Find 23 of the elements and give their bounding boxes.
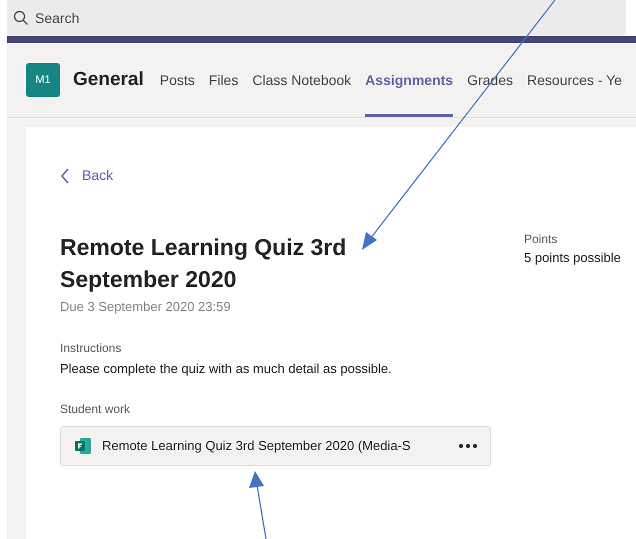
due-date: Due 3 September 2020 23:59 — [60, 298, 232, 316]
points-value: 5 points possible — [524, 249, 621, 267]
forms-icon — [74, 437, 92, 455]
channel-tab[interactable]: Files — [208, 43, 238, 117]
student-work-label: Student work — [60, 401, 132, 418]
instructions-text: Please complete the quiz with as much detail as possible. — [60, 360, 393, 378]
annotation-arrow — [249, 471, 267, 539]
channel-tab[interactable]: Resources - Ye — [527, 43, 622, 117]
team-avatar: M1 — [26, 63, 60, 97]
more-icon[interactable] — [459, 444, 477, 448]
attachment-card[interactable]: Remote Learning Quiz 3rd September 2020 (Media-S — [60, 426, 491, 466]
channel-tab[interactable]: Posts — [160, 43, 195, 117]
instructions-label: Instructions — [60, 340, 122, 356]
channel-tab[interactable]: Class Notebook — [252, 43, 352, 117]
attachment-name: Remote Learning Quiz 3rd September 2020 (Media-S — [102, 437, 411, 456]
channel-name: General — [73, 68, 144, 92]
assignment-title: Remote Learning Quiz 3rd September 2020 — [60, 233, 348, 294]
channel-tab[interactable]: Assignments — [365, 43, 454, 117]
chevron-left-icon — [60, 168, 70, 184]
back-link[interactable]: Back — [60, 165, 114, 186]
search-icon — [13, 10, 29, 26]
search-field[interactable]: Search — [35, 8, 235, 28]
points-label: Points — [524, 231, 558, 248]
